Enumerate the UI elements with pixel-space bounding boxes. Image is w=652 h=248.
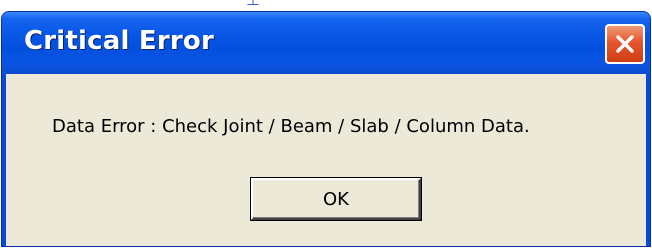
close-button[interactable] (605, 24, 645, 64)
error-message: Data Error : Check Joint / Beam / Slab /… (52, 116, 530, 137)
dialog-title: Critical Error (24, 26, 214, 56)
close-icon (614, 33, 636, 55)
screen: ⊥ Critical Error Data Error : Check Join… (0, 0, 652, 248)
ok-button[interactable]: OK (250, 177, 422, 221)
dialog-body: Data Error : Check Joint / Beam / Slab /… (6, 74, 646, 246)
background-fragment: ⊥ (246, 0, 276, 10)
ok-button-label: OK (323, 188, 349, 210)
title-bar[interactable]: Critical Error (2, 12, 650, 74)
critical-error-dialog: Critical Error Data Error : Check Joint … (1, 11, 651, 247)
